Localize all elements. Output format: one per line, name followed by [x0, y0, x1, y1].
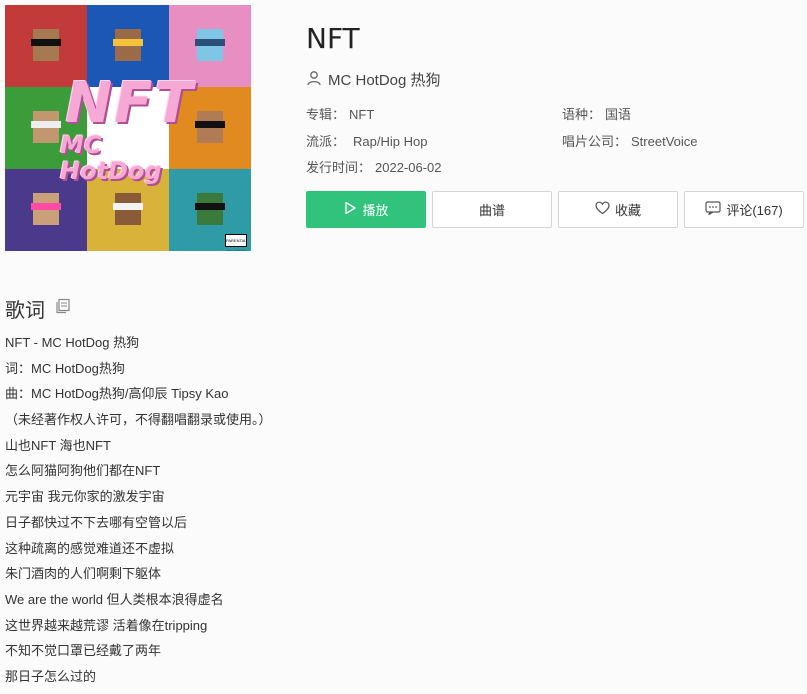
comment-button[interactable]: 评论(167): [684, 191, 804, 228]
lyric-line: 山也NFT 海也NFT: [5, 437, 111, 453]
cover-artist-text: MC HotDog: [60, 131, 162, 185]
lyric-line: 朱门酒肉的人们啊剩下躯体: [5, 566, 162, 582]
lyric-line: 这世界越来越荒谬 活着像在tripping: [5, 617, 208, 633]
artist-link[interactable]: MC HotDog 热狗: [306, 69, 441, 90]
company-info: 唱片公司： StreetVoice: [562, 131, 698, 150]
lyrics-heading-row: 歌词: [5, 294, 71, 323]
comment-icon: [705, 201, 726, 218]
lyric-line: NFT - MC HotDog 热狗: [5, 335, 140, 350]
favorite-button-label: 收藏: [614, 203, 641, 218]
company-label: 唱片公司：: [562, 134, 628, 149]
heart-icon: [595, 201, 615, 218]
comment-button-label: 评论(167): [726, 203, 783, 218]
language-label: 语种：: [562, 107, 602, 122]
lyrics-heading: 歌词: [5, 300, 45, 322]
lyric-line: 曲：MC HotDog热狗/高仰辰 Tipsy Kao: [5, 386, 229, 402]
song-title: NFT: [306, 22, 360, 55]
lyric-line: 元宇宙 我元你家的激发宇宙: [5, 489, 165, 505]
score-button-label: 曲谱: [478, 203, 505, 218]
lyric-line: 词：MC HotDog热狗: [5, 360, 125, 376]
genre-label: 流派：: [306, 134, 346, 149]
parental-advisory-label: PARENTAL ADVISORY: [225, 234, 247, 251]
lyric-line: 怎么阿猫阿狗他们都在NFT: [5, 463, 161, 479]
release-label: 发行时间：: [306, 160, 372, 175]
lyric-line: 这种疏离的感觉难道还不虚拟: [5, 540, 175, 556]
lyric-line: （未经著作权人许可，不得翻唱翻录或使用。）: [5, 412, 272, 428]
user-icon: [306, 70, 328, 90]
lyric-line: 不知不觉口罩已经戴了两年: [5, 643, 162, 659]
release-value: 2022-06-02: [375, 160, 442, 175]
copy-icon[interactable]: [45, 297, 71, 320]
play-button-label: 播放: [362, 203, 389, 218]
lyric-line: 那日子怎么过的: [5, 668, 97, 684]
release-info: 发行时间： 2022-06-02: [306, 157, 442, 176]
genre-value: Rap/Hip Hop: [353, 134, 428, 149]
album-cover[interactable]: NFT MC HotDog PARENTAL ADVISORY: [5, 5, 251, 251]
favorite-button[interactable]: 收藏: [558, 191, 678, 228]
album-value[interactable]: NFT: [349, 107, 374, 122]
genre-info: 流派： Rap/Hip Hop: [306, 131, 427, 150]
lyric-line: We are the world 但人类根本浪得虚名: [5, 591, 224, 607]
artist-name: MC HotDog 热狗: [328, 72, 441, 89]
score-button[interactable]: 曲谱: [432, 191, 552, 228]
album-label: 专辑：: [306, 107, 346, 122]
lyrics-list: NFT - MC HotDog 热狗 词：MC HotDog热狗 曲：MC Ho…: [5, 334, 272, 694]
language-value: 国语: [605, 107, 632, 122]
cover-title-art: NFT MC HotDog: [60, 75, 200, 185]
play-button[interactable]: 播放: [306, 191, 426, 228]
company-value: StreetVoice: [631, 134, 698, 149]
language-info: 语种： 国语: [562, 104, 631, 123]
lyric-line: 日子都快过不下去哪有空管以后: [5, 514, 188, 530]
play-icon: [343, 201, 362, 218]
cover-title-text: NFT: [65, 71, 195, 136]
album-info: 专辑： NFT: [306, 104, 374, 123]
